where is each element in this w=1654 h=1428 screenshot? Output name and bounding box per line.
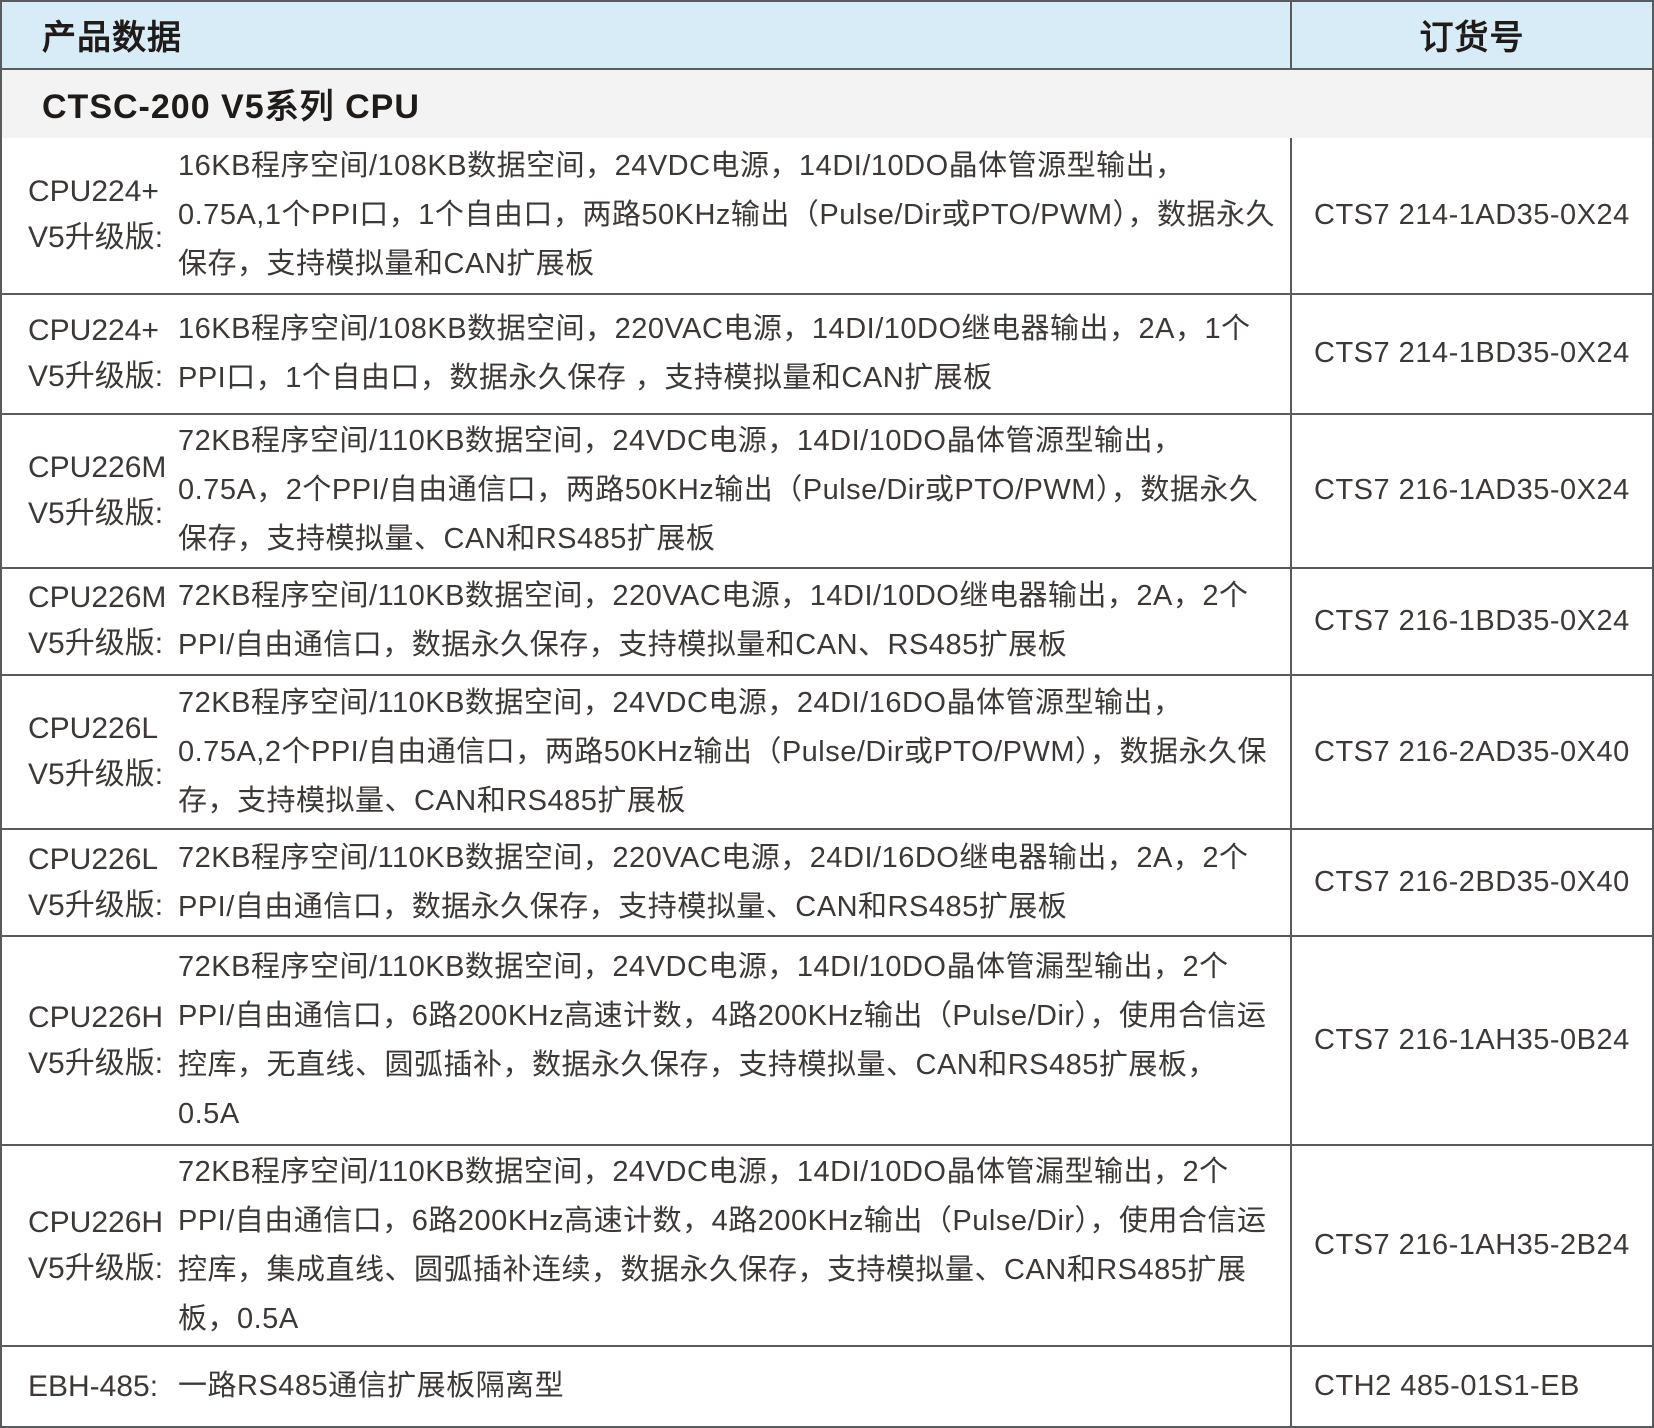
order-number: CTH2 485-01S1-EB [1290, 1347, 1652, 1426]
product-name-line2: V5升级版: [28, 752, 178, 798]
product-description: 72KB程序空间/110KB数据空间，24VDC电源，14DI/10DO晶体管源… [178, 411, 1290, 570]
product-description: 72KB程序空间/110KB数据空间，24VDC电源，24DI/16DO晶体管源… [178, 673, 1290, 832]
product-name-line2: V5升级版: [28, 1041, 178, 1087]
order-number: CTS7 216-1AD35-0X24 [1290, 415, 1652, 567]
product-cell: CPU226H V5升级版: 72KB程序空间/110KB数据空间，24VDC电… [2, 1146, 1290, 1345]
table-header-row: 产品数据 订货号 [2, 2, 1652, 70]
section-row: CTSC-200 V5系列 CPU [2, 70, 1652, 138]
product-name-line2: V5升级版: [28, 621, 178, 667]
product-name: CPU224+ V5升级版: [2, 169, 178, 261]
product-name-line2: V5升级版: [28, 491, 178, 537]
product-description: 16KB程序空间/108KB数据空间，24VDC电源，14DI/10DO晶体管源… [178, 136, 1290, 295]
product-name: CPU226H V5升级版: [2, 995, 178, 1087]
product-cell: CPU224+ V5升级版: 16KB程序空间/108KB数据空间，24VDC电… [2, 138, 1290, 293]
product-cell: CPU226H V5升级版: 72KB程序空间/110KB数据空间，24VDC电… [2, 937, 1290, 1144]
product-description: 72KB程序空间/110KB数据空间，24VDC电源，14DI/10DO晶体管漏… [178, 937, 1290, 1145]
product-cell: CPU226M V5升级版: 72KB程序空间/110KB数据空间，24VDC电… [2, 415, 1290, 567]
product-name: CPU224+ V5升级版: [2, 308, 178, 400]
product-description: 72KB程序空间/110KB数据空间，220VAC电源，24DI/16DO继电器… [178, 828, 1290, 938]
product-name: CPU226H V5升级版: [2, 1200, 178, 1292]
product-name-line1: CPU226L [28, 706, 178, 752]
product-row: EBH-485: 一路RS485通信扩展板隔离型 CTH2 485-01S1-E… [2, 1347, 1652, 1426]
product-cell: CPU224+ V5升级版: 16KB程序空间/108KB数据空间，220VAC… [2, 295, 1290, 413]
product-name: CPU226L V5升级版: [2, 837, 178, 929]
order-number: CTS7 216-2AD35-0X40 [1290, 676, 1652, 828]
product-description: 16KB程序空间/108KB数据空间，220VAC电源，14DI/10DO继电器… [178, 299, 1290, 409]
product-row: CPU224+ V5升级版: 16KB程序空间/108KB数据空间，220VAC… [2, 295, 1652, 415]
product-data-table: 产品数据 订货号 CTSC-200 V5系列 CPU CPU224+ V5升级版… [0, 0, 1654, 1428]
product-description: 72KB程序空间/110KB数据空间，220VAC电源，14DI/10DO继电器… [178, 566, 1290, 676]
product-name-line1: CPU224+ [28, 308, 178, 354]
product-name: CPU226L V5升级版: [2, 706, 178, 798]
order-number: CTS7 216-2BD35-0X40 [1290, 830, 1652, 935]
product-name-line1: EBH-485: [28, 1364, 178, 1410]
product-name-line1: CPU226L [28, 837, 178, 883]
product-name-line2: V5升级版: [28, 1246, 178, 1292]
order-number: CTS7 214-1AD35-0X24 [1290, 138, 1652, 293]
product-row: CPU226M V5升级版: 72KB程序空间/110KB数据空间，24VDC电… [2, 415, 1652, 569]
order-number: CTS7 216-1AH35-2B24 [1290, 1146, 1652, 1345]
product-cell: EBH-485: 一路RS485通信扩展板隔离型 [2, 1347, 1290, 1426]
product-data-header-label: 产品数据 [42, 10, 182, 59]
order-number: CTS7 216-1BD35-0X24 [1290, 569, 1652, 674]
product-row: CPU226L V5升级版: 72KB程序空间/110KB数据空间，220VAC… [2, 830, 1652, 937]
product-cell: CPU226L V5升级版: 72KB程序空间/110KB数据空间，24VDC电… [2, 676, 1290, 828]
product-name-line1: CPU226H [28, 1200, 178, 1246]
product-name-line2: V5升级版: [28, 354, 178, 400]
product-name-line2: V5升级版: [28, 883, 178, 929]
product-row: CPU226H V5升级版: 72KB程序空间/110KB数据空间，24VDC电… [2, 1146, 1652, 1347]
order-no-header-cell: 订货号 [1290, 2, 1652, 68]
product-row: CPU226M V5升级版: 72KB程序空间/110KB数据空间，220VAC… [2, 569, 1652, 676]
product-cell: CPU226M V5升级版: 72KB程序空间/110KB数据空间，220VAC… [2, 569, 1290, 674]
product-name: CPU226M V5升级版: [2, 445, 178, 537]
product-name-line1: CPU226M [28, 575, 178, 621]
product-data-header-cell: 产品数据 [2, 2, 1290, 68]
product-description: 一路RS485通信扩展板隔离型 [178, 1356, 1290, 1417]
order-no-header-label: 订货号 [1420, 10, 1525, 59]
order-number: CTS7 216-1AH35-0B24 [1290, 937, 1652, 1144]
product-row: CPU224+ V5升级版: 16KB程序空间/108KB数据空间，24VDC电… [2, 138, 1652, 295]
product-name: EBH-485: [2, 1364, 178, 1410]
product-name-line1: CPU226H [28, 995, 178, 1041]
product-description: 72KB程序空间/110KB数据空间，24VDC电源，14DI/10DO晶体管漏… [178, 1142, 1290, 1350]
product-cell: CPU226L V5升级版: 72KB程序空间/110KB数据空间，220VAC… [2, 830, 1290, 935]
product-name-line1: CPU226M [28, 445, 178, 491]
product-row: CPU226H V5升级版: 72KB程序空间/110KB数据空间，24VDC电… [2, 937, 1652, 1146]
product-name: CPU226M V5升级版: [2, 575, 178, 667]
product-name-line2: V5升级版: [28, 215, 178, 261]
section-title: CTSC-200 V5系列 CPU [42, 79, 420, 128]
product-name-line1: CPU224+ [28, 169, 178, 215]
product-row: CPU226L V5升级版: 72KB程序空间/110KB数据空间，24VDC电… [2, 676, 1652, 830]
order-number: CTS7 214-1BD35-0X24 [1290, 295, 1652, 413]
